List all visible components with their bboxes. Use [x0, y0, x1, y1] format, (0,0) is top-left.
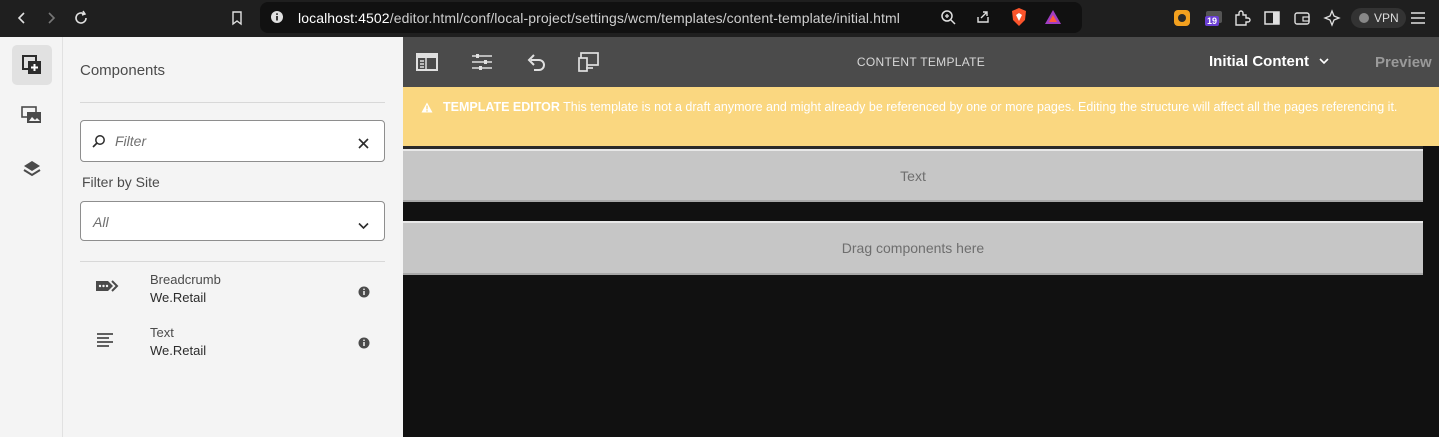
mode-label: Initial Content	[1209, 53, 1309, 70]
site-select[interactable]: All	[80, 201, 385, 241]
alert-heading: TEMPLATE EDITOR	[443, 100, 560, 114]
text-component-label: Text	[900, 167, 926, 184]
site-select-value: All	[93, 214, 109, 230]
share-icon[interactable]	[975, 9, 991, 30]
search-icon	[92, 134, 106, 153]
alert-message: TEMPLATE EDITOR This template is not a d…	[443, 98, 1433, 117]
editor-scrollbar[interactable]	[1423, 146, 1439, 437]
zoom-icon[interactable]	[940, 9, 956, 30]
browser-toolbar: localhost:4502/editor.html/conf/local-pr…	[0, 0, 1439, 37]
clear-icon[interactable]	[358, 136, 369, 154]
drag-components-dropzone[interactable]: Drag components here	[403, 221, 1423, 275]
forward-icon[interactable]	[40, 7, 62, 29]
editor-toolbar: CONTENT TEMPLATE Initial Content Preview	[403, 37, 1439, 87]
component-name: Text	[150, 325, 174, 340]
assets-rail-button[interactable]	[12, 95, 52, 135]
chevron-down-icon	[1319, 58, 1329, 65]
extensions-puzzle-icon[interactable]	[1232, 8, 1252, 28]
brave-rewards-icon[interactable]	[1044, 8, 1062, 31]
text-align-icon	[96, 332, 114, 353]
alert-icon	[421, 100, 433, 118]
back-icon[interactable]	[11, 7, 33, 29]
component-group: We.Retail	[150, 290, 207, 305]
reload-icon[interactable]	[70, 7, 92, 29]
site-info-icon[interactable]	[270, 10, 284, 29]
filter-input[interactable]: Filter	[80, 120, 385, 162]
badge-count: 19	[1205, 16, 1220, 26]
info-icon[interactable]	[358, 285, 370, 303]
sidebar-toggle-icon[interactable]	[1262, 8, 1282, 28]
brave-shield-icon[interactable]	[1010, 7, 1028, 32]
vpn-label: VPN	[1374, 11, 1399, 25]
chevron-down-icon	[358, 217, 369, 235]
bookmark-icon[interactable]	[226, 7, 248, 29]
info-icon[interactable]	[358, 336, 370, 354]
wallet-icon[interactable]	[1292, 8, 1312, 28]
side-rail	[0, 37, 63, 437]
components-panel: Components Filter Filter by Site All Bre…	[63, 37, 403, 437]
vpn-icon	[1359, 13, 1369, 23]
alert-body: This template is not a draft anymore and…	[563, 100, 1398, 114]
components-rail-button[interactable]	[12, 45, 52, 85]
component-item-text[interactable]: Text We.Retail	[80, 325, 385, 373]
address-bar[interactable]: localhost:4502/editor.html/conf/local-pr…	[260, 2, 1082, 33]
template-editor-alert: TEMPLATE EDITOR This template is not a d…	[403, 87, 1439, 146]
mode-selector[interactable]: Initial Content	[1209, 53, 1329, 70]
add-component-icon	[22, 55, 41, 74]
text-component-placeholder[interactable]: Text	[403, 149, 1423, 202]
menu-icon[interactable]	[1408, 8, 1428, 28]
divider	[80, 102, 385, 103]
panel-title: Components	[80, 62, 166, 79]
component-item-breadcrumb[interactable]: Breadcrumb We.Retail	[80, 272, 385, 320]
vpn-button[interactable]: VPN	[1351, 8, 1406, 28]
leo-ai-icon[interactable]	[1322, 8, 1342, 28]
component-name: Breadcrumb	[150, 272, 221, 287]
breadcrumb-icon	[95, 279, 119, 298]
divider	[80, 261, 385, 262]
preview-button[interactable]: Preview	[1375, 54, 1432, 71]
extension-icon[interactable]	[1172, 8, 1192, 28]
url-text: localhost:4502/editor.html/conf/local-pr…	[298, 10, 900, 26]
assets-icon	[21, 106, 41, 123]
layers-icon	[23, 161, 41, 177]
filter-by-site-label: Filter by Site	[82, 174, 160, 190]
filter-placeholder: Filter	[115, 133, 147, 149]
extension-badge-icon[interactable]: 19	[1205, 10, 1225, 30]
dropzone-label: Drag components here	[841, 240, 985, 256]
component-group: We.Retail	[150, 343, 207, 358]
editor-area: CONTENT TEMPLATE Initial Content Preview…	[403, 37, 1439, 437]
content-tree-rail-button[interactable]	[12, 149, 52, 189]
